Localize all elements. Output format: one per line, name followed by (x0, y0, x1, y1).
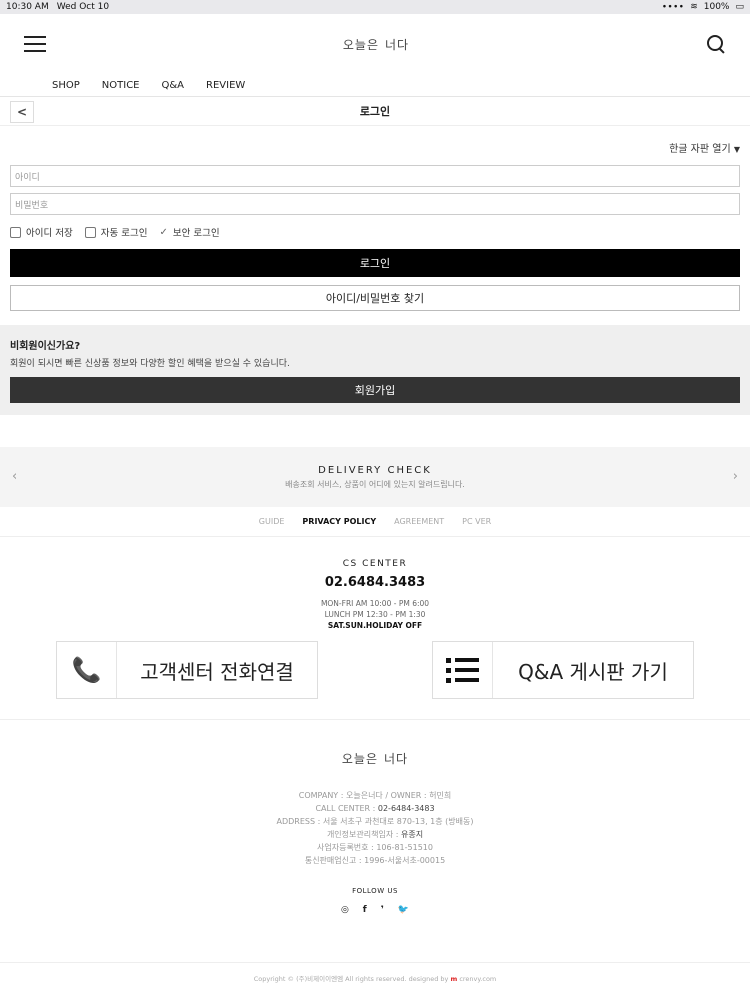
delivery-check-banner[interactable]: ‹ DELIVERY CHECK 배송조회 서비스, 상품이 어디에 있는지 알… (0, 447, 750, 507)
cs-center: CS CENTER 02.6484.3483 MON-FRI AM 10:00 … (0, 537, 750, 631)
check-icon[interactable]: ✓ (159, 227, 167, 238)
footer-links: GUIDE PRIVACY POLICY AGREEMENT PC VER (0, 507, 750, 537)
join-title: 비회원이신가요? (10, 341, 81, 352)
follow-us-label: FOLLOW US (352, 887, 398, 895)
call-label: CALL CENTER : (315, 804, 378, 813)
kakao-icon[interactable]: ❜ (381, 905, 384, 915)
company-info: COMPANY : 오늘은너다 / OWNER : 허민희 CALL CENTE… (0, 789, 750, 867)
cs-hours-holiday: SAT.SUN.HOLIDAY OFF (327, 621, 423, 630)
privacy-value: 유종지 (400, 830, 424, 839)
biz-label: 사업자등록번호 : (317, 843, 377, 852)
chevron-left-icon[interactable]: ‹ (12, 469, 17, 484)
auto-login-label: 자동 로그인 (100, 228, 148, 239)
header: 오늘은 너다 (0, 14, 750, 74)
mail-order-value: 1996-서울서초-00015 (364, 856, 446, 865)
delivery-title: DELIVERY CHECK (318, 464, 432, 476)
nav-qna[interactable]: Q&A (162, 80, 185, 91)
call-center-button[interactable]: 📞 고객센터 전화연결 (56, 641, 318, 699)
battery-level: 100% (703, 2, 730, 12)
link-privacy-policy[interactable]: PRIVACY POLICY (302, 517, 376, 526)
sns-links: ◎ f ❜ 🐦 (0, 905, 750, 915)
twitter-icon[interactable]: 🐦 (398, 905, 409, 915)
cs-phone[interactable]: 02.6484.3483 (0, 575, 750, 590)
biz-value: 106-81-51510 (376, 843, 433, 852)
list-icon (433, 642, 493, 698)
caret-down-icon: ▼ (733, 145, 740, 154)
main-nav: SHOP NOTICE Q&A REVIEW (0, 74, 750, 96)
nav-review[interactable]: REVIEW (206, 80, 245, 91)
instagram-icon[interactable]: ◎ (341, 905, 349, 915)
nav-shop[interactable]: SHOP (52, 80, 80, 91)
id-placeholder: 아이디 (15, 172, 40, 183)
footer-logo-right: 너다 (384, 752, 409, 766)
auto-login-option[interactable]: 자동 로그인 (84, 225, 148, 239)
password-input[interactable]: 비밀번호 (10, 193, 740, 215)
cs-title: CS CENTER (342, 559, 408, 569)
copyright-text: Copyright © (주)비제이이엔엠 All rights reserve… (253, 975, 449, 983)
cs-hours-weekday: MON-FRI AM 10:00 - PM 6:00 (320, 599, 430, 608)
chevron-right-icon[interactable]: › (733, 469, 738, 484)
status-time: 10:30 AM (6, 2, 49, 12)
cs-hours-lunch: LUNCH PM 12:30 - PM 1:30 (324, 610, 426, 619)
login-options: 아이디 저장 자동 로그인 ✓ 보안 로그인 (10, 225, 740, 239)
qna-board-label: Q&A 게시판 가기 (518, 659, 668, 684)
site-footer: 오늘은 너다 COMPANY : 오늘은너다 / OWNER : 허민희 CALL… (0, 720, 750, 915)
site-logo[interactable]: 오늘은 너다 (343, 36, 409, 53)
page-title: 로그인 (359, 105, 391, 118)
keyboard-label: 한글 자판 열기 (669, 144, 731, 155)
battery-icon: ▭ (735, 2, 744, 12)
link-pc-ver[interactable]: PC VER (462, 517, 491, 526)
password-placeholder: 비밀번호 (15, 200, 49, 211)
menu-icon[interactable] (24, 36, 46, 52)
page-title-bar: < 로그인 (0, 96, 750, 126)
save-id-checkbox[interactable] (10, 226, 21, 238)
mail-order-label: 통신판매업신고 : (304, 856, 365, 865)
link-guide[interactable]: GUIDE (259, 517, 285, 526)
company-label: COMPANY : (298, 791, 346, 800)
footer-logo[interactable]: 오늘은 너다 (0, 750, 750, 767)
logo-left: 오늘은 (342, 37, 380, 52)
quick-actions: 📞 고객센터 전화연결 Q&A 게시판 가기 (0, 631, 750, 699)
find-account-button[interactable]: 아이디/비밀번호 찾기 (10, 285, 740, 311)
signal-icon: ∙∙∙∙ (661, 2, 685, 12)
privacy-label: 개인정보관리책임자 : (326, 830, 401, 839)
footer-logo-left: 오늘은 (341, 752, 379, 766)
wifi-icon: ≋ (690, 2, 698, 12)
company-value: 오늘은너다 / OWNER : 허민희 (345, 791, 452, 800)
join-button[interactable]: 회원가입 (10, 377, 740, 403)
delivery-subtitle: 배송조회 서비스, 상품이 어디에 있는지 알려드립니다. (285, 479, 465, 489)
call-center-label: 고객센터 전화연결 (140, 659, 294, 684)
search-icon[interactable] (706, 34, 726, 54)
status-date: Wed Oct 10 (56, 2, 110, 12)
save-id-label: 아이디 저장 (26, 228, 73, 239)
join-section: 비회원이신가요? 회원이 되시면 빠른 신상품 정보와 다양한 할인 혜택을 받… (0, 325, 750, 415)
link-agreement[interactable]: AGREEMENT (394, 517, 444, 526)
address-value: 서울 서초구 과천대로 870-13, 1층 (방배동) (322, 817, 474, 826)
secure-login-label: 보안 로그인 (172, 228, 220, 239)
secure-login-option[interactable]: ✓ 보안 로그인 (159, 225, 220, 240)
cs-hours: MON-FRI AM 10:00 - PM 6:00 LUNCH PM 12:3… (0, 598, 750, 631)
join-description: 회원이 되시면 빠른 신상품 정보와 다양한 할인 혜택을 받으실 수 있습니다… (10, 359, 290, 369)
qna-board-button[interactable]: Q&A 게시판 가기 (432, 641, 694, 699)
status-bar: 10:30 AM Wed Oct 10 ∙∙∙∙ ≋ 100% ▭ (0, 0, 750, 14)
logo-right: 너다 (385, 37, 410, 52)
back-button[interactable]: < (10, 101, 34, 123)
login-button[interactable]: 로그인 (10, 249, 740, 277)
address-label: ADDRESS : (276, 817, 323, 826)
phone-icon: 📞 (57, 642, 117, 698)
nav-notice[interactable]: NOTICE (102, 80, 140, 91)
call-value: 02-6484-3483 (377, 804, 435, 813)
copyright: Copyright © (주)비제이이엔엠 All rights reserve… (0, 962, 750, 983)
virtual-keyboard-toggle[interactable]: 한글 자판 열기 ▼ (0, 126, 750, 161)
login-form: 아이디 비밀번호 아이디 저장 자동 로그인 ✓ 보안 로그인 로그인 아이디/… (0, 165, 750, 311)
auto-login-checkbox[interactable] (84, 226, 96, 238)
designer-link[interactable]: crenvy.com (457, 975, 496, 983)
facebook-icon[interactable]: f (363, 905, 367, 915)
id-input[interactable]: 아이디 (10, 165, 740, 187)
save-id-option[interactable]: 아이디 저장 (10, 225, 73, 239)
